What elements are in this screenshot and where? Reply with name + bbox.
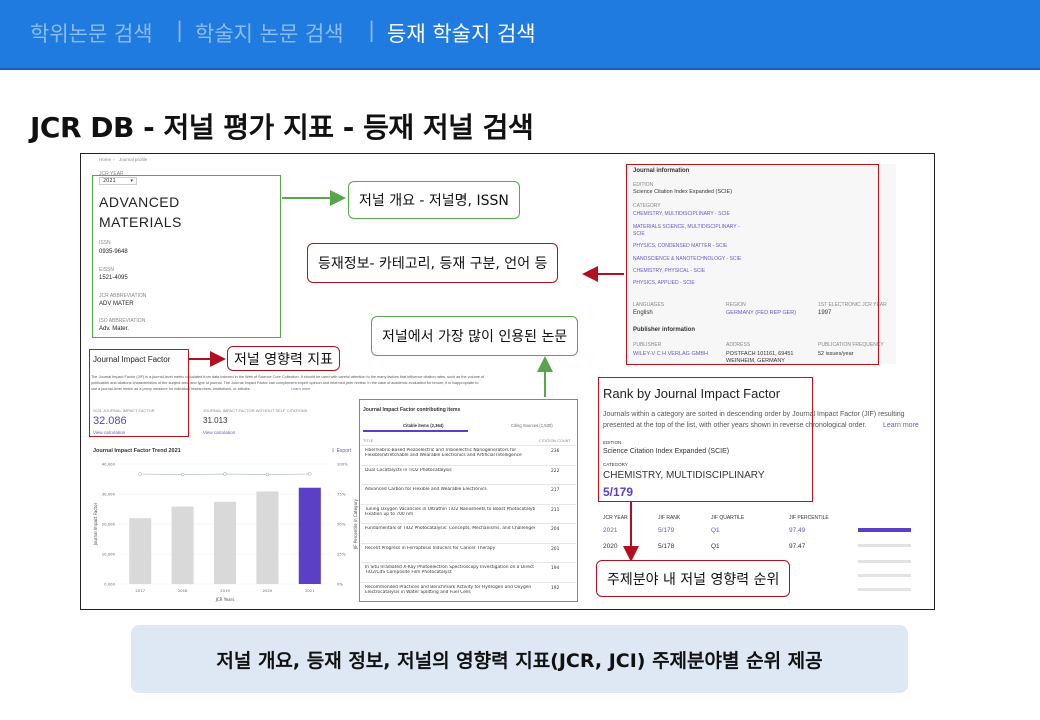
callout-impact: 저널 영향력 지표 <box>227 346 341 371</box>
callout-rank: 주제분야 내 저널 영향력 순위 <box>596 560 791 597</box>
callout-cited: 저널에서 가장 많이 인용된 논문 <box>371 316 579 356</box>
summary-banner: 저널 개요, 등재 정보, 저널의 영향력 지표(JCR, JCI) 주제분야별… <box>131 625 908 693</box>
callout-info: 등재정보- 카테고리, 등재 구분, 언어 등 <box>307 243 559 283</box>
annotation-arrows <box>189 190 639 562</box>
callout-overview: 저널 개요 - 저널명, ISSN <box>348 181 520 219</box>
summary-text: 저널 개요, 등재 정보, 저널의 영향력 지표(JCR, JCI) 주제분야별… <box>216 649 823 672</box>
